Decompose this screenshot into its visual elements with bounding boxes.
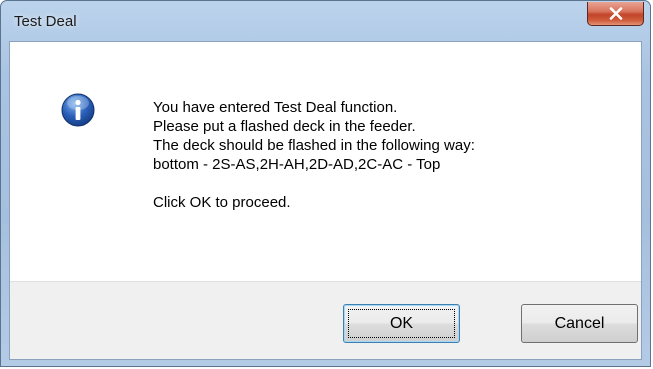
message-line: You have entered Test Deal function. — [153, 99, 398, 116]
window-title: Test Deal — [14, 13, 77, 30]
info-icon — [61, 93, 95, 127]
dialog-client-area: You have entered Test Deal function. Ple… — [9, 41, 642, 360]
message-area: You have entered Test Deal function. Ple… — [10, 42, 641, 282]
ok-button[interactable]: OK — [343, 304, 460, 343]
instruction-text: Click OK to proceed. — [153, 194, 291, 211]
close-icon — [609, 7, 623, 20]
focus-ring — [348, 309, 455, 338]
close-button[interactable] — [587, 2, 644, 26]
cancel-button[interactable]: Cancel — [521, 304, 638, 343]
message-line: Please put a flashed deck in the feeder. — [153, 118, 416, 135]
message-line: The deck should be flashed in the follow… — [153, 137, 475, 154]
button-bar: OK Cancel — [10, 281, 641, 359]
dialog-window: Test Deal You have entered Test Deal fun… — [0, 0, 651, 367]
cancel-button-label: Cancel — [554, 314, 605, 332]
dialog-message: You have entered Test Deal function. Ple… — [153, 98, 475, 212]
title-bar[interactable]: Test Deal — [1, 1, 650, 41]
message-line: bottom - 2S-AS,2H-AH,2D-AD,2C-AC - Top — [153, 156, 441, 173]
